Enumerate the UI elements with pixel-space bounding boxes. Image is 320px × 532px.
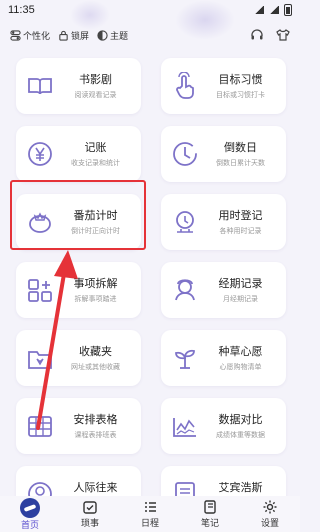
checkbox-icon (83, 501, 97, 514)
signal-icon (269, 6, 279, 14)
feature-card-task-split[interactable]: 事项拆解拆解事项踏进 (16, 262, 141, 318)
feature-card-title: 人际往来 (73, 482, 118, 494)
feature-card-schedule-table[interactable]: 安排表格课程表排班表 (16, 398, 141, 454)
nav-label: 笔记 (200, 518, 219, 528)
feature-card-subtitle: 倒计时正向计时 (71, 228, 120, 235)
nav-item-home[interactable]: 首页 (4, 497, 56, 531)
feature-card-drama[interactable]: 书影剧 阅读观看记录 (16, 58, 141, 114)
feature-card-favorites[interactable]: 收藏夹网址或其他收藏 (16, 330, 141, 386)
headset-icon[interactable] (250, 28, 264, 42)
feature-card-title: 书影剧 (79, 74, 112, 86)
home-icon (20, 497, 40, 518)
feature-card-subtitle: 阅读观看记录 (74, 92, 117, 99)
feature-card-title: 数据对比 (218, 414, 263, 426)
nav-item-gear[interactable]: 设置 (244, 499, 296, 529)
feature-card-title: 记账 (84, 142, 107, 154)
feature-card-time-log[interactable]: 用时登记各种用时记录 (161, 194, 286, 250)
nav-label: 琐事 (80, 518, 99, 528)
feature-card-subtitle: 网址或其他收藏 (71, 364, 120, 371)
status-time: 11:35 (8, 4, 35, 16)
feature-card-title: 目标习惯 (218, 74, 263, 86)
feature-card-subtitle: 收支记录和统计 (71, 160, 120, 167)
theme-label: 主题 (110, 30, 129, 41)
feature-card-accounting[interactable]: 记账 收支记录和统计 (16, 126, 141, 182)
feature-card-title: 倒数日 (224, 142, 257, 154)
nav-label: 日程 (140, 518, 159, 528)
shirt-icon[interactable] (276, 28, 290, 42)
feature-card-subtitle: 成绩体重等数据 (216, 432, 265, 439)
feature-card-countdown[interactable]: 倒数日倒数日累计天数 (161, 126, 286, 182)
nav-label: 设置 (260, 518, 279, 528)
lock-label: 锁屏 (71, 30, 90, 41)
personalize-button[interactable]: 个性化 (10, 29, 50, 42)
feature-card-title: 用时登记 (218, 210, 263, 222)
top-bar: 个性化 锁屏 主题 (0, 24, 300, 46)
feature-card-subtitle: 月经期记录 (223, 296, 258, 303)
theme-icon (97, 29, 108, 41)
personalize-label: 个性化 (23, 30, 51, 41)
feature-card-title: 番茄计时 (73, 210, 118, 222)
theme-button[interactable]: 主题 (97, 29, 128, 42)
feature-card-subtitle: 各种用时记录 (219, 228, 262, 235)
lock-icon (59, 30, 68, 41)
list-icon (145, 502, 156, 512)
feature-card-subtitle: 课程表排班表 (74, 432, 117, 439)
feature-card-pomodoro[interactable]: 番茄计时倒计时正向计时 (16, 194, 141, 250)
feature-card-habit[interactable]: 目标习惯目标或习惯打卡 (161, 58, 286, 114)
status-icons (254, 4, 292, 16)
wifi-icon (254, 6, 264, 14)
feature-card-data-compare[interactable]: 数据对比成绩体重等数据 (161, 398, 286, 454)
feature-card-subtitle: 倒数日累计天数 (216, 160, 265, 167)
nav-item-checkbox[interactable]: 琐事 (64, 499, 116, 529)
feature-card-title: 安排表格 (73, 414, 118, 426)
lock-screen-button[interactable]: 锁屏 (58, 29, 89, 42)
gear-icon (263, 500, 277, 514)
feature-card-title: 收藏夹 (79, 346, 112, 358)
notebook-icon (204, 500, 216, 514)
feature-card-subtitle: 心愿购物清单 (219, 364, 262, 371)
nav-item-list[interactable]: 日程 (124, 499, 176, 529)
feature-card-subtitle: 拆解事项踏进 (74, 296, 117, 303)
feature-card-wishlist[interactable]: 种草心愿心愿购物清单 (161, 330, 286, 386)
feature-card-period[interactable]: 经期记录 月经期记录 (161, 262, 286, 318)
feature-card-title: 种草心愿 (218, 346, 263, 358)
toggle-icon (10, 29, 21, 41)
bottom-nav: 首页 琐事 日程 笔记 设置 (0, 496, 300, 532)
feature-card-subtitle: 目标或习惯打卡 (216, 92, 265, 99)
nav-label: 首页 (20, 519, 39, 530)
feature-card-title: 经期记录 (218, 278, 263, 290)
battery-icon (284, 4, 292, 16)
status-bar: 11:35 (0, 0, 300, 20)
nav-item-notebook[interactable]: 笔记 (184, 499, 236, 529)
feature-card-title: 艾宾浩斯 (218, 482, 263, 494)
feature-card-title: 事项拆解 (73, 278, 118, 290)
